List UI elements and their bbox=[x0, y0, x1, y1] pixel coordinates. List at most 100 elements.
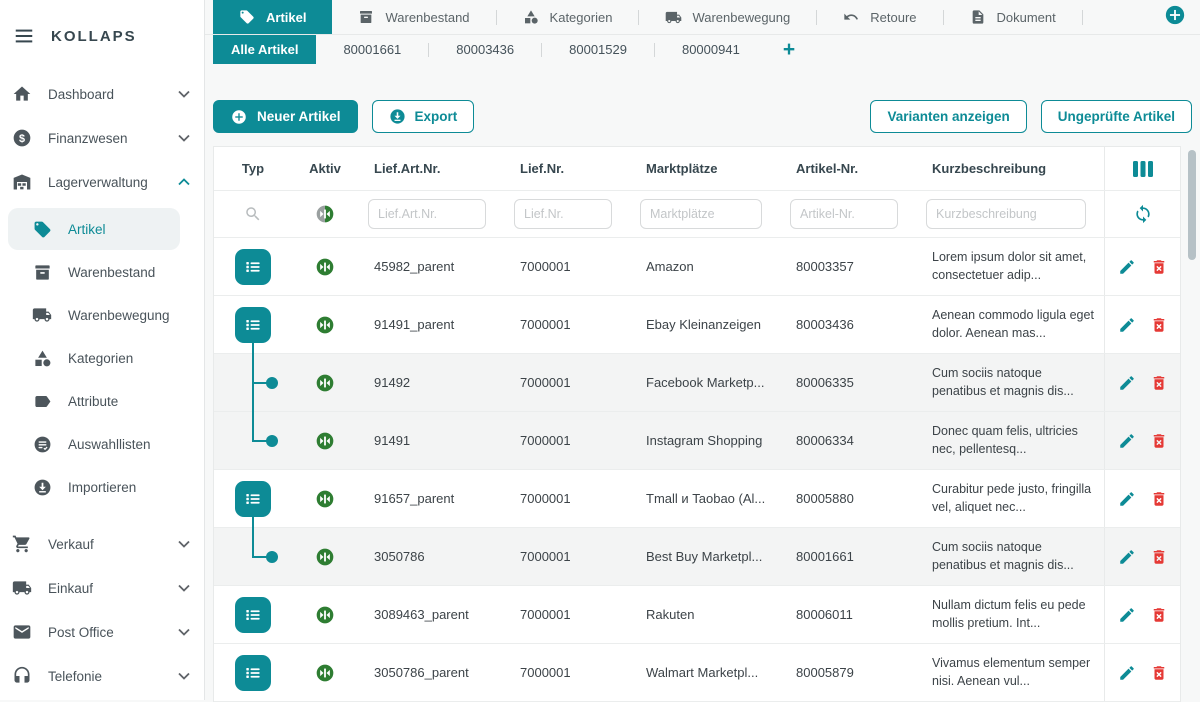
sidebar-item-warenbestand[interactable]: Warenbestand bbox=[0, 251, 204, 293]
sidebar-item-importieren[interactable]: Importieren bbox=[0, 466, 204, 508]
edit-icon[interactable] bbox=[1118, 490, 1136, 508]
filter-artikel-nr-input[interactable] bbox=[790, 199, 898, 229]
subtab-80000941[interactable]: 80000941 bbox=[655, 35, 767, 64]
column-header-aktiv[interactable]: Aktiv bbox=[292, 147, 358, 190]
table-row: 3050786_parent 7000001 Walmart Marketpl.… bbox=[214, 644, 1180, 702]
sidebar-item-finanzwesen[interactable]: $ Finanzwesen bbox=[0, 116, 204, 160]
edit-icon[interactable] bbox=[1118, 432, 1136, 450]
active-status-icon[interactable] bbox=[315, 489, 335, 509]
sidebar-item-verkauf[interactable]: Verkauf bbox=[0, 522, 204, 566]
column-header-lief-art-nr[interactable]: Lief.Art.Nr. bbox=[358, 147, 504, 190]
columns-icon[interactable] bbox=[1132, 160, 1154, 178]
article-type-button[interactable] bbox=[235, 655, 271, 691]
typ-cell bbox=[214, 644, 292, 701]
search-icon[interactable] bbox=[244, 205, 262, 223]
sidebar-item-attribute[interactable]: Attribute bbox=[0, 380, 204, 422]
active-filter-toggle-icon[interactable] bbox=[315, 204, 335, 224]
add-subtab-button[interactable]: + bbox=[783, 39, 795, 60]
artikel-nr-cell: 80003436 bbox=[780, 296, 916, 353]
subtab-80003436[interactable]: 80003436 bbox=[429, 35, 541, 64]
edit-icon[interactable] bbox=[1118, 548, 1136, 566]
marktplatz-cell: Ebay Kleinanzeigen bbox=[630, 296, 780, 353]
kurzbeschreibung-cell: Cum sociis natoque penatibus et magnis d… bbox=[916, 354, 1104, 411]
edit-icon[interactable] bbox=[1118, 258, 1136, 276]
column-header-kurzbeschreibung[interactable]: Kurzbeschreibung bbox=[916, 147, 1104, 190]
filter-lief-nr-input[interactable] bbox=[514, 199, 612, 229]
sidebar-item-warenbewegung[interactable]: Warenbewegung bbox=[0, 294, 204, 336]
list-circle-icon bbox=[30, 432, 54, 456]
sidebar-item-auswahllisten[interactable]: Auswahllisten bbox=[0, 423, 204, 465]
tab-label: Artikel bbox=[266, 10, 306, 25]
sidebar-item-post-office[interactable]: Post Office bbox=[0, 610, 204, 654]
button-label: Export bbox=[415, 109, 458, 124]
sidebar-item-einkauf[interactable]: Einkauf bbox=[0, 566, 204, 610]
delete-icon[interactable] bbox=[1150, 316, 1168, 334]
delete-icon[interactable] bbox=[1150, 548, 1168, 566]
tab-retoure[interactable]: Retoure bbox=[817, 0, 942, 34]
new-article-button[interactable]: Neuer Artikel bbox=[213, 100, 358, 133]
column-settings-cell bbox=[1104, 147, 1180, 190]
article-type-button[interactable] bbox=[235, 307, 271, 343]
tab-warenbestand[interactable]: Warenbestand bbox=[332, 0, 495, 34]
column-header-typ[interactable]: Typ bbox=[214, 147, 292, 190]
active-status-icon[interactable] bbox=[315, 663, 335, 683]
active-status-icon[interactable] bbox=[315, 257, 335, 277]
export-icon bbox=[389, 108, 406, 125]
edit-icon[interactable] bbox=[1118, 664, 1136, 682]
chevron-down-icon bbox=[178, 85, 190, 103]
sidebar-item-telefonie[interactable]: Telefonie bbox=[0, 654, 204, 698]
tab-artikel[interactable]: Artikel bbox=[213, 0, 332, 34]
active-status-icon[interactable] bbox=[315, 605, 335, 625]
lief-nr-cell: 7000001 bbox=[504, 586, 630, 643]
column-header-artikel-nr[interactable]: Artikel-Nr. bbox=[780, 147, 916, 190]
article-subtabbar: Alle Artikel 80001661 80003436 80001529 … bbox=[205, 35, 1200, 64]
delete-icon[interactable] bbox=[1150, 374, 1168, 392]
delete-icon[interactable] bbox=[1150, 432, 1168, 450]
sidebar-item-kategorien[interactable]: Kategorien bbox=[0, 337, 204, 379]
filter-lief-art-nr-input[interactable] bbox=[368, 199, 486, 229]
actions-cell bbox=[1104, 528, 1180, 585]
tab-kategorien[interactable]: Kategorien bbox=[497, 0, 639, 34]
active-status-icon[interactable] bbox=[315, 431, 335, 451]
sidebar-item-label: Einkauf bbox=[48, 581, 164, 596]
article-type-button[interactable] bbox=[235, 481, 271, 517]
show-variants-button[interactable]: Varianten anzeigen bbox=[870, 100, 1026, 133]
export-button[interactable]: Export bbox=[372, 100, 475, 133]
delete-icon[interactable] bbox=[1150, 664, 1168, 682]
column-header-marktplaetze[interactable]: Marktplätze bbox=[630, 147, 780, 190]
refresh-icon[interactable] bbox=[1133, 204, 1153, 224]
filter-marktplaetze-input[interactable] bbox=[640, 199, 762, 229]
kurzbeschreibung-cell: Cum sociis natoque penatibus et magnis d… bbox=[916, 528, 1104, 585]
cart-icon bbox=[10, 532, 34, 556]
vertical-scrollbar[interactable] bbox=[1188, 150, 1196, 260]
delete-icon[interactable] bbox=[1150, 490, 1168, 508]
delete-icon[interactable] bbox=[1150, 606, 1168, 624]
edit-icon[interactable] bbox=[1118, 606, 1136, 624]
subtab-80001529[interactable]: 80001529 bbox=[542, 35, 654, 64]
aktiv-cell bbox=[292, 586, 358, 643]
sidebar-item-dashboard[interactable]: Dashboard bbox=[0, 72, 204, 116]
add-tab-button[interactable] bbox=[1164, 4, 1186, 31]
tab-warenbewegung[interactable]: Warenbewegung bbox=[639, 0, 816, 34]
aktiv-cell bbox=[292, 238, 358, 295]
subtab-alle-artikel[interactable]: Alle Artikel bbox=[213, 35, 316, 64]
filter-kurzbeschreibung-input[interactable] bbox=[926, 199, 1086, 229]
article-type-button[interactable] bbox=[235, 597, 271, 633]
menu-icon[interactable] bbox=[12, 24, 36, 48]
chevron-down-icon bbox=[178, 535, 190, 553]
sidebar-item-lagerverwaltung[interactable]: Lagerverwaltung bbox=[0, 160, 204, 204]
sidebar-item-label: Lagerverwaltung bbox=[48, 175, 164, 190]
edit-icon[interactable] bbox=[1118, 316, 1136, 334]
column-header-lief-nr[interactable]: Lief.Nr. bbox=[504, 147, 630, 190]
article-type-button[interactable] bbox=[235, 249, 271, 285]
edit-icon[interactable] bbox=[1118, 374, 1136, 392]
unchecked-articles-button[interactable]: Ungeprüfte Artikel bbox=[1041, 100, 1192, 133]
delete-icon[interactable] bbox=[1150, 258, 1168, 276]
sidebar-item-artikel[interactable]: Artikel bbox=[8, 208, 180, 250]
subtab-80001661[interactable]: 80001661 bbox=[316, 35, 428, 64]
lief-art-nr-cell: 3050786_parent bbox=[358, 644, 504, 701]
active-status-icon[interactable] bbox=[315, 315, 335, 335]
active-status-icon[interactable] bbox=[315, 373, 335, 393]
active-status-icon[interactable] bbox=[315, 547, 335, 567]
tab-dokument[interactable]: Dokument bbox=[944, 0, 1082, 34]
